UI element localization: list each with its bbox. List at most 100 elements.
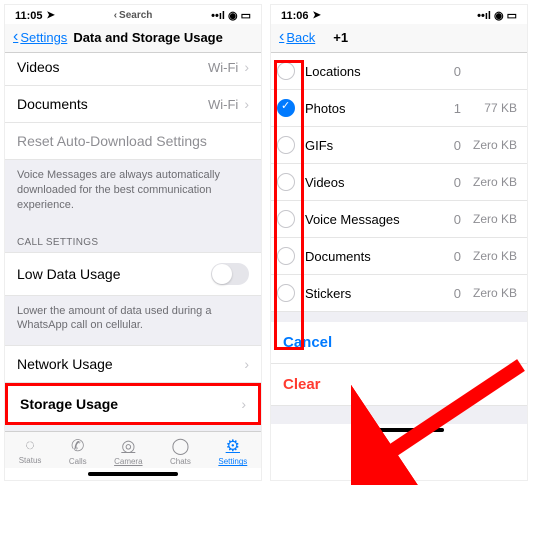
media-row[interactable]: Stickers0Zero KB xyxy=(271,275,527,312)
media-list: Locations0Photos177 KBGIFs0Zero KBVideos… xyxy=(271,53,527,312)
media-size: Zero KB xyxy=(461,138,517,152)
chevron-left-icon: ‹ xyxy=(114,10,117,21)
tab-status[interactable]: ◌Status xyxy=(19,437,42,465)
row-label: Storage Usage xyxy=(20,396,118,412)
tab-label: Settings xyxy=(218,457,247,466)
nav-bar: ‹ Back +1 xyxy=(271,24,527,53)
select-circle[interactable] xyxy=(277,136,295,154)
nav-back-button[interactable]: ‹ Settings xyxy=(13,28,67,46)
select-circle[interactable] xyxy=(277,210,295,228)
media-row[interactable]: Voice Messages0Zero KB xyxy=(271,201,527,238)
nav-back-button[interactable]: ‹ Back xyxy=(279,28,315,46)
cancel-label: Cancel xyxy=(283,334,332,351)
nav-title: Data and Storage Usage xyxy=(73,30,223,45)
media-row[interactable]: Documents0Zero KB xyxy=(271,238,527,275)
low-data-note: Lower the amount of data used during a W… xyxy=(5,296,261,346)
location-arrow-icon: ➤ xyxy=(313,10,321,21)
clear-button[interactable]: Clear xyxy=(271,364,527,406)
media-count: 0 xyxy=(431,286,461,301)
row-value: Wi-Fi xyxy=(208,60,238,75)
nav-back-label: Settings xyxy=(20,30,67,45)
media-size: Zero KB xyxy=(461,249,517,263)
media-row[interactable]: GIFs0Zero KB xyxy=(271,127,527,164)
home-indicator xyxy=(354,428,444,432)
right-screenshot: 11:06 ➤ ••ıl ◉ ▭ ‹ Back +1 Locations0Pho… xyxy=(270,4,528,481)
chats-icon: ◯ xyxy=(172,436,190,456)
chevron-left-icon: ‹ xyxy=(279,28,284,46)
battery-icon: ▭ xyxy=(507,9,517,22)
tab-label: Camera xyxy=(114,457,142,466)
status-icon: ◌ xyxy=(25,437,35,455)
media-row[interactable]: Photos177 KB xyxy=(271,90,527,127)
home-indicator xyxy=(88,472,178,476)
row-storage-usage[interactable]: Storage Usage › xyxy=(5,383,261,425)
nav-back-label: Back xyxy=(286,30,315,45)
media-size: Zero KB xyxy=(461,212,517,226)
row-value: Wi-Fi xyxy=(208,97,238,112)
row-videos[interactable]: Videos Wi-Fi › xyxy=(5,53,261,86)
media-count: 0 xyxy=(431,249,461,264)
wifi-icon: ◉ xyxy=(228,9,238,22)
media-label: Voice Messages xyxy=(305,212,431,227)
chevron-right-icon: › xyxy=(244,96,249,112)
status-bar: 11:05 ➤ ‹ Search ••ıl ◉ ▭ xyxy=(5,5,261,24)
wifi-icon: ◉ xyxy=(494,9,504,22)
media-label: Videos xyxy=(305,175,431,190)
status-icons: ••ıl ◉ ▭ xyxy=(477,9,517,22)
row-label: Reset Auto-Download Settings xyxy=(17,133,207,149)
media-label: Stickers xyxy=(305,286,431,301)
settings-list: Videos Wi-Fi› Documents Wi-Fi› Reset Aut… xyxy=(5,53,261,160)
select-circle[interactable] xyxy=(277,247,295,265)
row-label: Videos xyxy=(17,59,60,75)
clear-label: Clear xyxy=(283,376,321,393)
row-low-data[interactable]: Low Data Usage xyxy=(5,252,261,296)
tab-label: Calls xyxy=(69,457,87,466)
tab-calls[interactable]: ✆Calls xyxy=(69,436,87,466)
location-arrow-icon: ➤ xyxy=(47,10,55,21)
media-count: 0 xyxy=(431,212,461,227)
voice-note: Voice Messages are always automatically … xyxy=(5,160,261,225)
row-network-usage[interactable]: Network Usage › xyxy=(5,345,261,383)
nav-title: +1 xyxy=(333,30,348,45)
phone-icon: ✆ xyxy=(71,436,84,456)
gear-icon: ⚙ xyxy=(226,436,240,456)
chevron-right-icon: › xyxy=(244,356,249,372)
select-circle[interactable] xyxy=(277,173,295,191)
tab-label: Chats xyxy=(170,457,191,466)
signal-icon: ••ıl xyxy=(211,10,225,22)
camera-icon: ◎ xyxy=(121,436,135,456)
tab-chats[interactable]: ◯Chats xyxy=(170,436,191,466)
row-reset[interactable]: Reset Auto-Download Settings xyxy=(5,123,261,160)
select-circle[interactable] xyxy=(277,284,295,302)
tab-settings[interactable]: ⚙Settings xyxy=(218,436,247,466)
media-row[interactable]: Videos0Zero KB xyxy=(271,164,527,201)
chevron-right-icon: › xyxy=(241,396,246,412)
select-circle[interactable] xyxy=(277,99,295,117)
tab-camera[interactable]: ◎Camera xyxy=(114,436,142,466)
status-time: 11:05 xyxy=(15,10,43,22)
media-size: Zero KB xyxy=(461,286,517,300)
tab-label: Status xyxy=(19,456,42,465)
row-label: Low Data Usage xyxy=(17,266,121,282)
battery-icon: ▭ xyxy=(241,9,251,22)
media-count: 0 xyxy=(431,175,461,190)
back-search[interactable]: ‹ Search xyxy=(114,10,153,21)
media-label: Locations xyxy=(305,64,431,79)
select-circle[interactable] xyxy=(277,62,295,80)
row-label: Network Usage xyxy=(17,356,113,372)
media-size: Zero KB xyxy=(461,175,517,189)
section-call-settings: CALL SETTINGS xyxy=(5,225,261,252)
toggle-low-data[interactable] xyxy=(211,263,249,285)
media-count: 1 xyxy=(431,101,461,116)
status-time: 11:06 xyxy=(281,10,309,22)
media-label: GIFs xyxy=(305,138,431,153)
media-label: Documents xyxy=(305,249,431,264)
status-bar: 11:06 ➤ ••ıl ◉ ▭ xyxy=(271,5,527,24)
media-size: 77 KB xyxy=(461,101,517,115)
row-documents[interactable]: Documents Wi-Fi› xyxy=(5,86,261,123)
tab-bar: ◌Status ✆Calls ◎Camera ◯Chats ⚙Settings xyxy=(5,431,261,468)
cancel-button[interactable]: Cancel xyxy=(271,322,527,364)
media-count: 0 xyxy=(431,138,461,153)
media-row[interactable]: Locations0 xyxy=(271,53,527,90)
chevron-right-icon: › xyxy=(244,59,249,75)
